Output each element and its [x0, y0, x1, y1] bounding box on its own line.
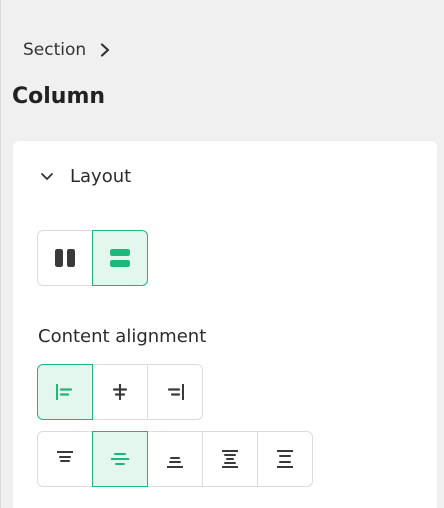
- align-left-button[interactable]: [37, 364, 93, 420]
- breadcrumb: Section: [23, 40, 110, 60]
- space-between-button[interactable]: [202, 431, 258, 487]
- align-right-button[interactable]: [147, 364, 203, 420]
- page-title: Column: [12, 84, 106, 109]
- horizontal-alignment-group: [37, 364, 203, 420]
- content-alignment-label: Content alignment: [38, 326, 207, 347]
- align-center-icon: [109, 382, 131, 402]
- align-top-button[interactable]: [37, 431, 93, 487]
- layout-columns-button[interactable]: [37, 230, 93, 286]
- space-between-icon: [219, 449, 241, 469]
- layout-section-title: Layout: [70, 166, 132, 187]
- layout-section-toggle[interactable]: Layout: [40, 166, 131, 187]
- align-bottom-icon: [164, 449, 186, 469]
- align-bottom-button[interactable]: [147, 431, 203, 487]
- vertical-alignment-group: [37, 431, 313, 487]
- align-top-icon: [54, 449, 76, 469]
- align-center-button[interactable]: [92, 364, 148, 420]
- chevron-down-icon: [40, 172, 54, 181]
- sidebar-panel: Section Column Layout Content alignment: [0, 0, 444, 508]
- settings-card: Layout Content alignment: [13, 141, 437, 508]
- rows-icon: [109, 248, 131, 268]
- align-middle-button[interactable]: [92, 431, 148, 487]
- breadcrumb-parent-link[interactable]: Section: [23, 40, 86, 60]
- align-left-icon: [54, 382, 76, 402]
- align-middle-icon: [109, 449, 131, 469]
- chevron-right-icon: [100, 43, 110, 57]
- layout-toggle-group: [37, 230, 148, 286]
- space-around-button[interactable]: [257, 431, 313, 487]
- space-around-icon: [274, 449, 296, 469]
- layout-rows-button[interactable]: [92, 230, 148, 286]
- columns-icon: [54, 248, 76, 268]
- align-right-icon: [164, 382, 186, 402]
